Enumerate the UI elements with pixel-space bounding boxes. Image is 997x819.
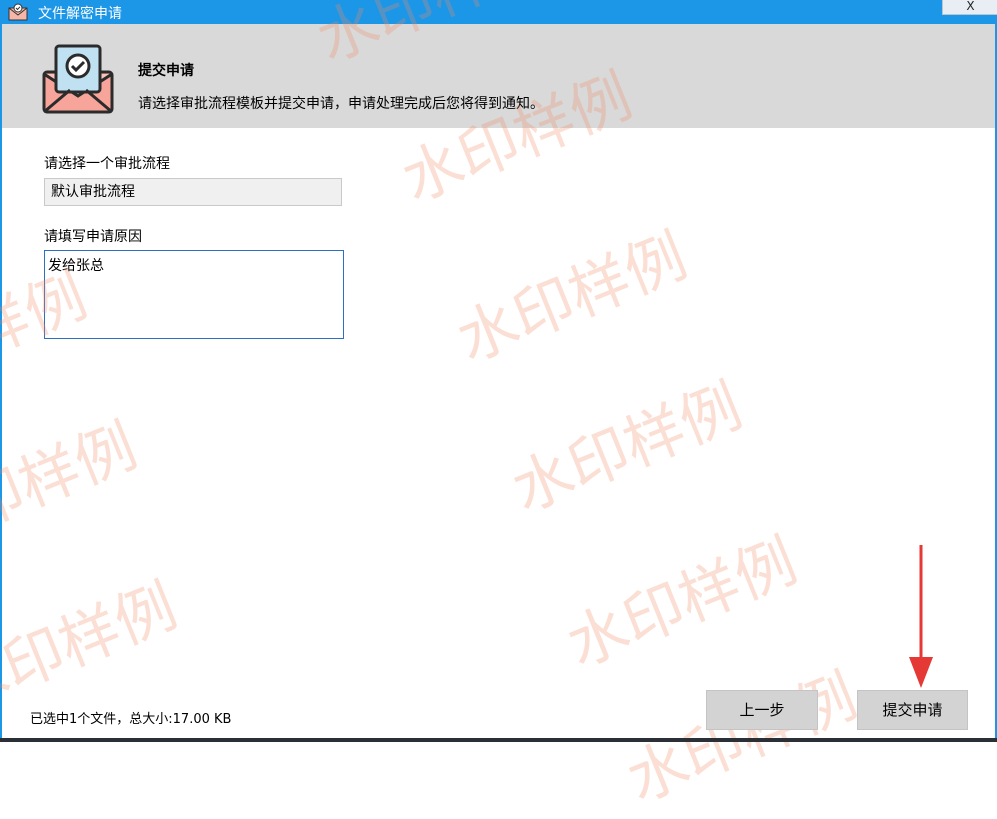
workflow-label: 请选择一个审批流程 — [44, 156, 170, 172]
header-title: 提交申请 — [138, 63, 194, 79]
title-bar[interactable]: 文件解密申请 X — [0, 0, 997, 24]
header-description: 请选择审批流程模板并提交申请，申请处理完成后您将得到通知。 — [138, 96, 544, 112]
watermark: 水印样例 — [0, 571, 187, 727]
taskbar-strip — [0, 738, 997, 742]
close-button[interactable]: X — [942, 0, 997, 15]
previous-step-button[interactable]: 上一步 — [706, 690, 818, 730]
watermark: 水印样例 — [502, 371, 752, 527]
red-arrow-annotation — [909, 545, 933, 688]
envelope-check-icon — [8, 3, 28, 21]
reason-textarea[interactable]: 发给张总 — [44, 250, 344, 339]
window-border-left — [0, 24, 2, 742]
watermark: 水印样例 — [0, 411, 147, 567]
reason-label: 请填写申请原因 — [44, 229, 142, 245]
selection-status: 已选中1个文件，总大小:17.00 KB — [30, 712, 232, 727]
watermark: 水印样例 — [557, 526, 807, 682]
workflow-select[interactable]: 默认审批流程 — [44, 178, 342, 206]
watermark: 水印样例 — [612, 648, 867, 819]
envelope-check-icon — [42, 44, 114, 114]
submit-application-button[interactable]: 提交申请 — [857, 690, 968, 730]
watermark: 水印样例 — [447, 221, 697, 377]
window-title: 文件解密申请 — [38, 6, 122, 22]
